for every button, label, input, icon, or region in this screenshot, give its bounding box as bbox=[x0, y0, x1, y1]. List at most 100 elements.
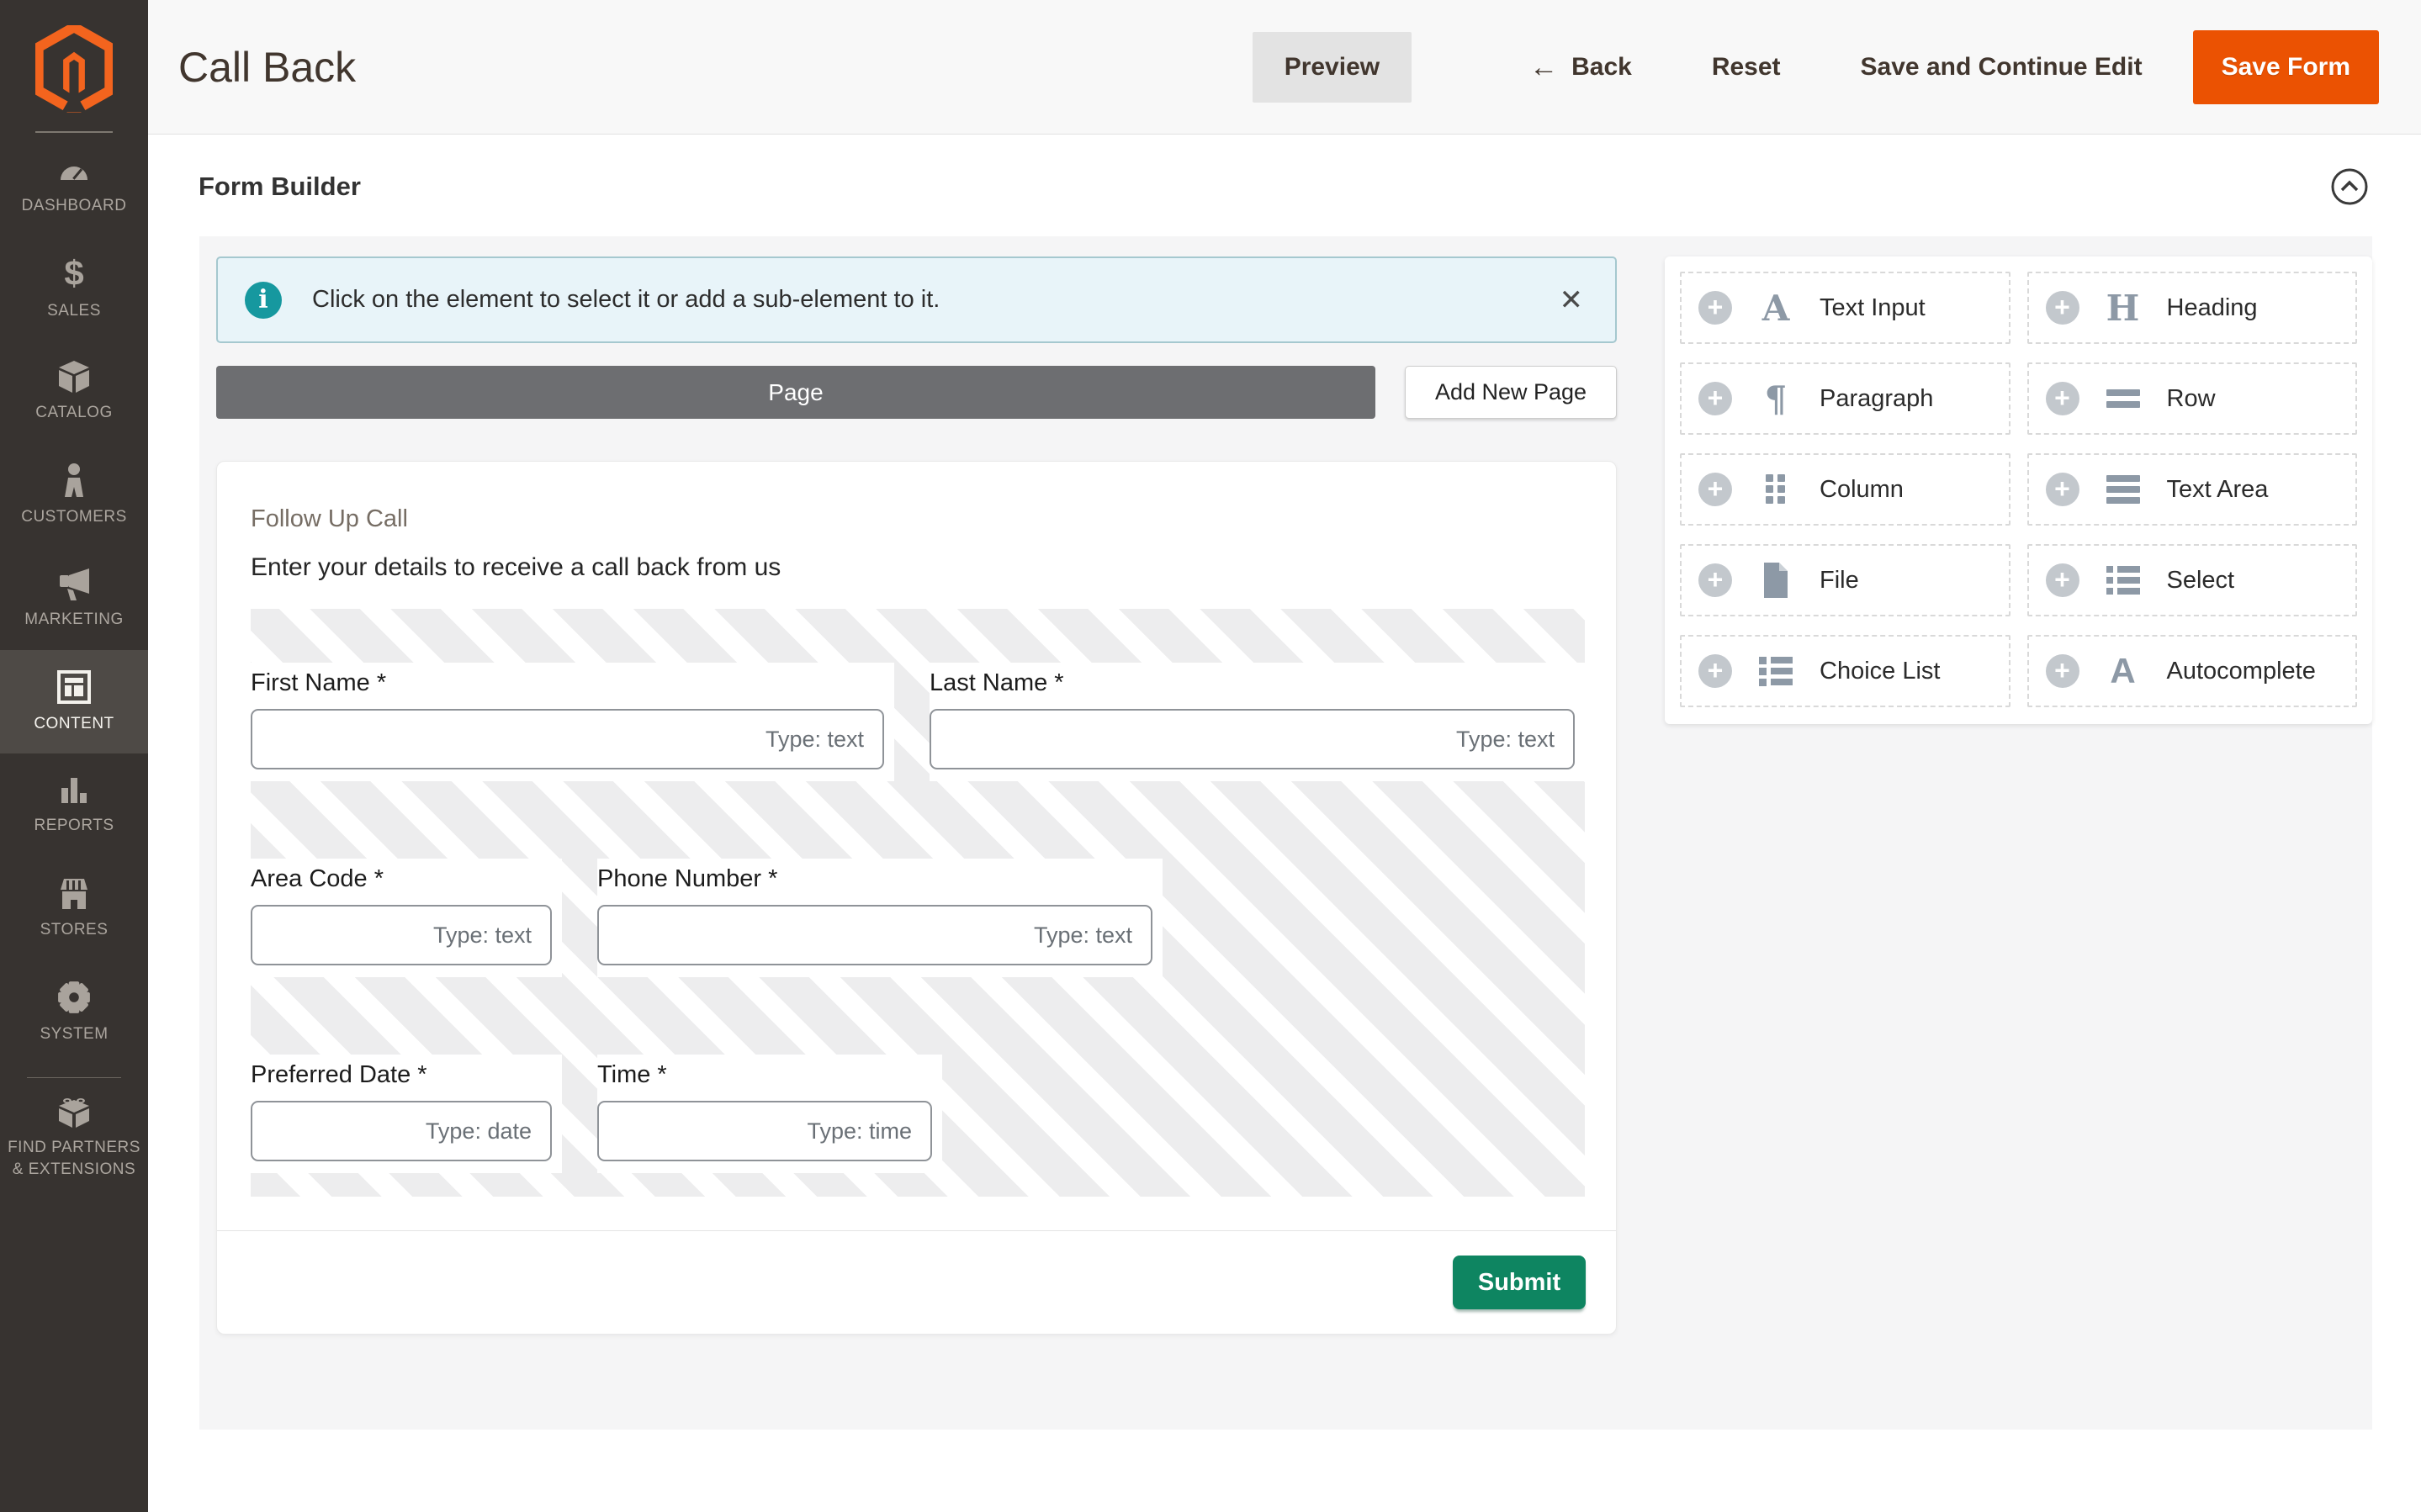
panel-title: Form Builder bbox=[199, 172, 361, 201]
add-circle-icon: + bbox=[2045, 654, 2079, 688]
last-name-input[interactable]: Type: text bbox=[930, 709, 1575, 769]
field-label: Time * bbox=[597, 1061, 667, 1088]
save-and-continue-button[interactable]: Save and Continue Edit bbox=[1861, 53, 2143, 82]
palette-tile-select[interactable]: + Select bbox=[2026, 544, 2357, 616]
sidebar-item-label: STORES bbox=[40, 920, 109, 938]
add-circle-icon: + bbox=[1698, 473, 1732, 506]
reports-icon bbox=[61, 777, 87, 803]
palette-tile-choice-list[interactable]: + Choice List bbox=[1680, 635, 2010, 707]
reset-button[interactable]: Reset bbox=[1712, 53, 1781, 82]
submit-button[interactable]: Submit bbox=[1453, 1256, 1586, 1309]
info-icon: i bbox=[245, 281, 282, 319]
collapse-chevron-icon[interactable] bbox=[2330, 167, 2369, 206]
save-form-button[interactable]: Save Form bbox=[2192, 29, 2379, 104]
field-time[interactable]: Time * Type: time bbox=[597, 1055, 942, 1173]
page-tab[interactable]: Page bbox=[216, 366, 1375, 419]
form-description[interactable]: Enter your details to receive a call bac… bbox=[251, 553, 1585, 582]
sidebar-divider bbox=[27, 1077, 121, 1078]
customers-icon bbox=[65, 463, 83, 497]
form-preview-body: Follow Up Call Enter your details to rec… bbox=[217, 462, 1616, 1197]
sidebar-item-label: CONTENT bbox=[34, 714, 114, 732]
palette-tile-heading[interactable]: + H Heading bbox=[2026, 272, 2357, 344]
palette-tile-label: Choice List bbox=[1820, 657, 1941, 685]
sidebar-item-label: SALES bbox=[47, 301, 101, 320]
sidebar-item-label: DASHBOARD bbox=[21, 196, 127, 214]
add-circle-icon: + bbox=[2045, 473, 2079, 506]
field-label: Area Code * bbox=[251, 865, 384, 892]
sidebar-item-reports[interactable]: REPORTS bbox=[0, 753, 148, 857]
sidebar-item-dashboard[interactable]: DASHBOARD bbox=[0, 133, 148, 236]
element-palette: + A Text Input + H Heading + ¶ Paragraph… bbox=[1665, 256, 2372, 724]
form-heading[interactable]: Follow Up Call bbox=[251, 505, 1585, 533]
palette-tile-autocomplete[interactable]: + A Autocomplete bbox=[2026, 635, 2357, 707]
add-circle-icon: + bbox=[1698, 291, 1732, 325]
paragraph-icon: ¶ bbox=[1764, 378, 1788, 420]
add-new-page-button[interactable]: Add New Page bbox=[1405, 366, 1617, 419]
stores-icon bbox=[61, 878, 87, 909]
sidebar-item-customers[interactable]: CUSTOMERS bbox=[0, 443, 148, 547]
palette-tile-label: Paragraph bbox=[1820, 384, 1934, 412]
field-last-name[interactable]: Last Name * Type: text bbox=[930, 663, 1585, 781]
sales-icon: $ bbox=[64, 255, 83, 292]
palette-tile-label: File bbox=[1820, 566, 1859, 594]
palette-tile-file[interactable]: + File bbox=[1680, 544, 2010, 616]
sidebar-item-content[interactable]: CONTENT bbox=[0, 650, 148, 753]
select-icon bbox=[2101, 565, 2145, 595]
palette-tile-row[interactable]: + Row bbox=[2026, 362, 2357, 435]
add-circle-icon: + bbox=[2045, 291, 2079, 325]
svg-text:$: $ bbox=[64, 255, 83, 292]
form-row: Preferred Date * Type: date Time * Type:… bbox=[251, 1001, 1585, 1197]
palette-tile-label: Heading bbox=[2166, 293, 2258, 321]
first-name-input[interactable]: Type: text bbox=[251, 709, 884, 769]
palette-tile-label: Text Input bbox=[1820, 293, 1926, 321]
autocomplete-icon: A bbox=[2110, 651, 2136, 690]
type-hint: Type: text bbox=[1033, 922, 1132, 948]
find-partners-icon bbox=[59, 1098, 89, 1129]
text-area-icon bbox=[2101, 475, 2145, 504]
sidebar-item-find-partners[interactable]: FIND PARTNERS & EXTENSIONS bbox=[0, 1092, 148, 1184]
sidebar-item-label: FIND PARTNERS & EXTENSIONS bbox=[8, 1139, 140, 1178]
field-label: Preferred Date * bbox=[251, 1061, 427, 1088]
add-circle-icon: + bbox=[1698, 654, 1732, 688]
field-area-code[interactable]: Area Code * Type: text bbox=[251, 859, 562, 977]
preferred-date-input[interactable]: Type: date bbox=[251, 1101, 552, 1161]
add-circle-icon: + bbox=[2045, 563, 2079, 597]
text-input-icon: A bbox=[1761, 287, 1790, 329]
magento-logo-icon bbox=[35, 25, 113, 113]
sidebar-item-marketing[interactable]: MARKETING bbox=[0, 547, 148, 650]
sidebar-item-stores[interactable]: STORES bbox=[0, 857, 148, 960]
time-input[interactable]: Type: time bbox=[597, 1101, 932, 1161]
info-banner-text: Click on the element to select it or add… bbox=[312, 286, 940, 313]
page-header: Call Back Preview ← Back Reset Save and … bbox=[148, 0, 2421, 135]
palette-tile-text-area[interactable]: + Text Area bbox=[2026, 453, 2357, 526]
admin-sidebar: DASHBOARD $ SALES CATALOG CUSTOMERS MARK… bbox=[0, 0, 148, 1512]
close-icon[interactable]: ✕ bbox=[1555, 278, 1589, 322]
form-dropzone: First Name * Type: text Last Name * Type… bbox=[251, 609, 1585, 1197]
area-code-input[interactable]: Type: text bbox=[251, 905, 552, 965]
form-row: First Name * Type: text Last Name * Type… bbox=[251, 609, 1585, 805]
palette-tile-column[interactable]: + Column bbox=[1680, 453, 2010, 526]
form-row: Area Code * Type: text Phone Number * Ty… bbox=[251, 805, 1585, 1001]
field-preferred-date[interactable]: Preferred Date * Type: date bbox=[251, 1055, 562, 1173]
main-content: Form Builder i Click on the element to s… bbox=[148, 135, 2421, 1512]
heading-icon: H bbox=[2106, 287, 2140, 329]
palette-tile-label: Row bbox=[2166, 384, 2216, 412]
field-phone-number[interactable]: Phone Number * Type: text bbox=[597, 859, 1163, 977]
row-icon bbox=[2101, 388, 2145, 410]
back-button[interactable]: ← Back bbox=[1529, 53, 1632, 82]
palette-tile-text-input[interactable]: + A Text Input bbox=[1680, 272, 2010, 344]
field-first-name[interactable]: First Name * Type: text bbox=[251, 663, 894, 781]
type-hint: Type: time bbox=[807, 1118, 912, 1144]
back-label: Back bbox=[1571, 52, 1632, 81]
magento-logo[interactable] bbox=[0, 0, 148, 133]
preview-button[interactable]: Preview bbox=[1252, 31, 1412, 103]
type-hint: Type: text bbox=[432, 922, 532, 948]
phone-number-input[interactable]: Type: text bbox=[597, 905, 1152, 965]
sidebar-item-system[interactable]: SYSTEM bbox=[0, 960, 148, 1064]
sidebar-item-sales[interactable]: $ SALES bbox=[0, 236, 148, 340]
palette-tile-paragraph[interactable]: + ¶ Paragraph bbox=[1680, 362, 2010, 435]
content-icon bbox=[57, 669, 91, 704]
sidebar-item-catalog[interactable]: CATALOG bbox=[0, 340, 148, 443]
add-circle-icon: + bbox=[2045, 382, 2079, 415]
field-label: First Name * bbox=[251, 669, 387, 696]
